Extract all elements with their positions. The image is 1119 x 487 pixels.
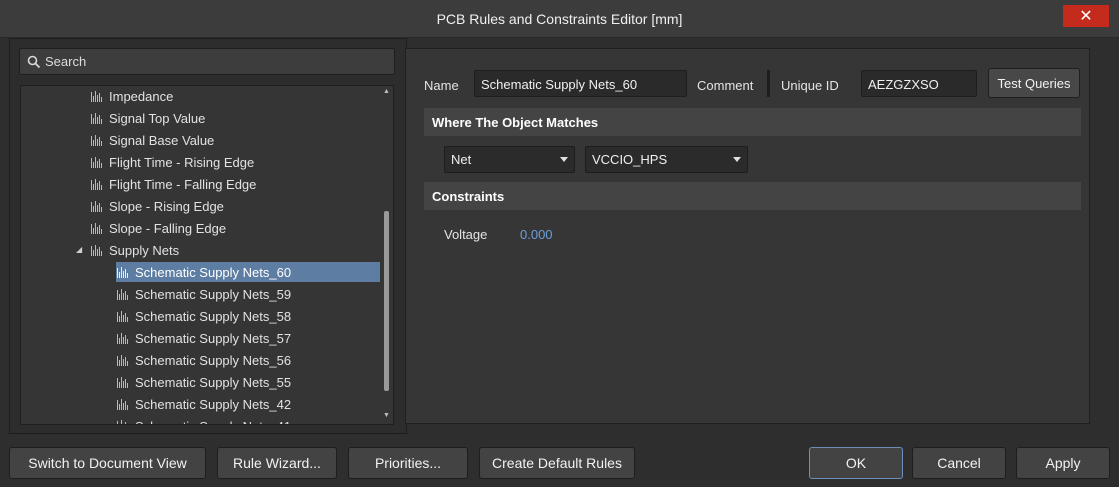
window-title: PCB Rules and Constraints Editor [mm] [436, 11, 683, 27]
chevron-down-icon [733, 157, 741, 162]
object-type-dropdown[interactable]: Net [444, 146, 575, 173]
voltage-value[interactable]: 0.000 [520, 227, 553, 242]
rule-icon [117, 289, 128, 300]
tree-item-label: Signal Top Value [109, 110, 206, 126]
tree-item-label: Schematic Supply Nets_59 [135, 286, 292, 302]
voltage-label: Voltage [444, 227, 488, 242]
tree-item-label: Schematic Supply Nets_60 [135, 264, 292, 280]
tree-item[interactable]: Schematic Supply Nets_55 [116, 372, 291, 392]
rule-icon [117, 311, 128, 322]
comment-label: Comment [697, 78, 754, 93]
tree-item[interactable]: Flight Time - Rising Edge [90, 152, 254, 172]
tree-scrollbar[interactable]: ▲ ▼ [380, 86, 393, 424]
switch-to-document-view-button[interactable]: Switch to Document View [9, 447, 206, 479]
test-queries-button[interactable]: Test Queries [988, 68, 1080, 98]
tree-item[interactable]: Schematic Supply Nets_59 [116, 284, 291, 304]
close-button[interactable]: ✕ [1063, 5, 1109, 27]
comment-field[interactable] [767, 70, 770, 97]
tree-item-label: Schematic Supply Nets_41 [135, 419, 291, 424]
constraints-header: Constraints [424, 182, 1081, 210]
tree-item-label: Impedance [109, 88, 174, 104]
close-icon: ✕ [1079, 8, 1093, 25]
rule-icon [117, 420, 126, 424]
tree-item[interactable]: Schematic Supply Nets_57 [116, 328, 291, 348]
tree-item-label: Signal Base Value [109, 132, 215, 148]
rule-icon [91, 201, 102, 212]
where-object-matches-header: Where The Object Matches [424, 108, 1081, 136]
tree-item-selected[interactable]: Schematic Supply Nets_60 [116, 262, 380, 282]
rule-icon [91, 223, 102, 234]
net-dropdown[interactable]: VCCIO_HPS [585, 146, 748, 173]
rule-icon [91, 91, 102, 102]
tree-item-label: Supply Nets [109, 242, 180, 258]
name-field[interactable]: Schematic Supply Nets_60 [474, 70, 687, 97]
rule-icon [117, 377, 128, 388]
scroll-up-icon[interactable]: ▲ [383, 88, 390, 95]
tree-item[interactable]: Signal Base Value [90, 130, 214, 150]
object-type-value: Net [451, 152, 472, 167]
rule-icon [117, 355, 128, 366]
ok-button[interactable]: OK [809, 447, 903, 479]
tree-item[interactable]: Supply Nets [90, 240, 179, 260]
tree-item[interactable]: Flight Time - Falling Edge [90, 174, 256, 194]
unique-id-label: Unique ID [781, 78, 839, 93]
search-placeholder: Search [45, 54, 87, 69]
tree-item-label: Schematic Supply Nets_42 [135, 396, 292, 412]
search-icon [27, 55, 41, 69]
rule-icon [117, 267, 128, 278]
tree-item[interactable]: Schematic Supply Nets_56 [116, 350, 291, 370]
net-value: VCCIO_HPS [592, 152, 668, 167]
collapse-arrow-icon[interactable]: ◢ [76, 245, 82, 254]
tree-item-label: Flight Time - Falling Edge [109, 176, 257, 192]
tree-item[interactable]: Slope - Falling Edge [90, 218, 226, 238]
tree-item[interactable]: Signal Top Value [90, 108, 205, 128]
chevron-down-icon [560, 157, 568, 162]
tree-item[interactable]: Slope - Rising Edge [90, 196, 224, 216]
tree-item[interactable]: Schematic Supply Nets_58 [116, 306, 291, 326]
tree-item-label: Schematic Supply Nets_57 [135, 330, 292, 346]
apply-button[interactable]: Apply [1016, 447, 1110, 479]
rule-icon [117, 333, 128, 344]
tree-item[interactable]: Schematic Supply Nets_41 [116, 416, 291, 424]
tree-item-label: Slope - Falling Edge [109, 220, 227, 236]
search-input[interactable]: Search [19, 48, 395, 75]
scroll-down-icon[interactable]: ▼ [383, 412, 390, 419]
tree-item[interactable]: Impedance [90, 86, 173, 106]
scroll-thumb[interactable] [384, 211, 389, 391]
cancel-button[interactable]: Cancel [912, 447, 1006, 479]
tree-item[interactable]: Schematic Supply Nets_42 [116, 394, 291, 414]
rule-icon [91, 157, 102, 168]
rule-icon [91, 113, 102, 124]
rule-icon [91, 179, 102, 190]
title-bar: PCB Rules and Constraints Editor [mm] ✕ [0, 0, 1119, 38]
tree-item-label: Slope - Rising Edge [109, 198, 224, 214]
name-label: Name [424, 78, 459, 93]
rule-details-panel [405, 48, 1090, 424]
tree-item-label: Schematic Supply Nets_58 [135, 308, 292, 324]
priorities-button[interactable]: Priorities... [348, 447, 468, 479]
rule-icon [91, 245, 102, 256]
tree-item-label: Schematic Supply Nets_56 [135, 352, 292, 368]
tree-item-label: Schematic Supply Nets_55 [135, 374, 292, 390]
unique-id-field[interactable]: AEZGZXSO [861, 70, 977, 97]
tree-item-label: Flight Time - Rising Edge [109, 154, 255, 170]
rule-icon [91, 135, 102, 146]
rule-icon [117, 399, 128, 410]
rule-wizard-button[interactable]: Rule Wizard... [217, 447, 337, 479]
create-default-rules-button[interactable]: Create Default Rules [479, 447, 635, 479]
